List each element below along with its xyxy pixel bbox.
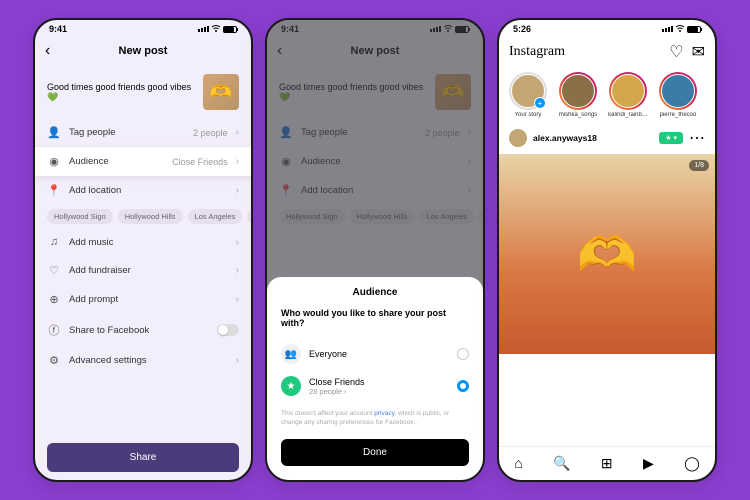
page-title: New post xyxy=(35,45,251,57)
sheet-note: This doesn't affect your account privacy… xyxy=(281,410,469,427)
image-counter: 1/8 xyxy=(689,160,709,171)
chevron-right-icon: › xyxy=(236,127,239,138)
caption-text[interactable]: Good times good friends good vibes 💚 xyxy=(47,82,195,103)
post-avatar[interactable] xyxy=(509,129,527,147)
music-row[interactable]: ♫ Add music › xyxy=(35,228,251,256)
gear-icon: ⚙ xyxy=(47,354,61,367)
privacy-link[interactable]: privacy xyxy=(374,410,394,417)
advanced-row[interactable]: ⚙ Advanced settings › xyxy=(35,346,251,375)
messenger-icon[interactable]: ✉ xyxy=(692,42,705,62)
phone-audience-sheet: 9:41 ‹ New post Good times good friends … xyxy=(265,18,485,482)
story-your-story[interactable]: + Your story xyxy=(507,72,549,118)
caption-row[interactable]: Good times good friends good vibes 💚 🫶 xyxy=(35,66,251,118)
location-chips: Hollywood Sign Hollywood Hills Los Angel… xyxy=(35,205,251,228)
tab-bar: ⌂ 🔍 ⊞ ▶ ◯ xyxy=(499,446,715,480)
battery-icon xyxy=(687,26,701,33)
sheet-title: Audience xyxy=(281,287,469,298)
chevron-right-icon: › xyxy=(236,156,239,167)
chevron-right-icon: › xyxy=(236,185,239,196)
close-friends-badge[interactable]: ★ ▾ xyxy=(659,132,683,144)
post-username[interactable]: alex.anyways18 xyxy=(533,133,653,143)
chevron-right-icon[interactable]: › xyxy=(344,387,347,396)
option-everyone[interactable]: 👥 Everyone xyxy=(281,338,469,370)
audience-row[interactable]: ◉ Audience Close Friends › xyxy=(35,147,251,176)
option-close-friends[interactable]: ★ Close Friends 28 people › xyxy=(281,370,469,402)
audience-sheet: Audience Who would you like to share you… xyxy=(267,277,483,480)
post-image[interactable]: 1/8 🫶 xyxy=(499,154,715,354)
status-bar: 9:41 xyxy=(35,20,251,36)
phone-feed: 5:26 Instagram ♡ ✉ + Your story mishka_s… xyxy=(497,18,717,482)
feed-header: Instagram ♡ ✉ xyxy=(499,36,715,68)
location-chip[interactable]: Hollywood Hills xyxy=(118,209,183,224)
wifi-icon xyxy=(675,25,685,33)
fundraiser-row[interactable]: ♡ Add fundraiser › xyxy=(35,256,251,285)
music-icon: ♫ xyxy=(47,236,61,248)
header: ‹ New post xyxy=(35,36,251,66)
facebook-icon: ⓕ xyxy=(47,322,61,338)
eye-icon: ◉ xyxy=(47,155,61,168)
pin-icon: 📍 xyxy=(47,184,61,197)
chevron-right-icon: › xyxy=(236,355,239,366)
plus-icon: + xyxy=(534,97,546,109)
location-row[interactable]: 📍 Add location › xyxy=(35,176,251,205)
people-icon: 👥 xyxy=(281,344,301,364)
signal-icon xyxy=(198,26,209,32)
phone-new-post: 9:41 ‹ New post Good times good friends … xyxy=(33,18,253,482)
wifi-icon xyxy=(211,25,221,33)
profile-tab-icon[interactable]: ◯ xyxy=(684,455,700,472)
radio-unselected[interactable] xyxy=(457,348,469,360)
share-button[interactable]: Share xyxy=(47,443,239,472)
stories-row[interactable]: + Your story mishka_songs kalindi_rainb…… xyxy=(499,68,715,122)
heart-icon: ♡ xyxy=(47,264,61,277)
chevron-right-icon: › xyxy=(236,265,239,276)
location-chip[interactable]: Hollywood Sign xyxy=(47,209,113,224)
status-icons xyxy=(198,25,237,33)
reels-tab-icon[interactable]: ▶ xyxy=(643,455,654,472)
post-header: alex.anyways18 ★ ▾ ⋯ xyxy=(499,122,715,154)
search-tab-icon[interactable]: 🔍 xyxy=(553,455,570,472)
story-item[interactable]: mishka_songs xyxy=(557,72,599,118)
status-time: 9:41 xyxy=(49,24,67,34)
location-chip[interactable]: Los Angeles xyxy=(188,209,243,224)
done-button[interactable]: Done xyxy=(281,439,469,466)
post-thumbnail[interactable]: 🫶 xyxy=(203,74,239,110)
plus-circle-icon: ⊕ xyxy=(47,293,61,306)
more-icon[interactable]: ⋯ xyxy=(689,128,705,148)
battery-icon xyxy=(223,26,237,33)
facebook-toggle[interactable] xyxy=(217,324,239,336)
prompt-row[interactable]: ⊕ Add prompt › xyxy=(35,285,251,314)
radio-selected[interactable] xyxy=(457,380,469,392)
home-tab-icon[interactable]: ⌂ xyxy=(514,455,522,472)
status-time: 5:26 xyxy=(513,24,531,34)
sheet-question: Who would you like to share your post wi… xyxy=(281,308,469,328)
story-item[interactable]: pierre_thecoo xyxy=(657,72,699,118)
signal-icon xyxy=(662,26,673,32)
share-facebook-row[interactable]: ⓕ Share to Facebook xyxy=(35,314,251,346)
story-item[interactable]: kalindi_rainb… xyxy=(607,72,649,118)
chevron-right-icon: › xyxy=(236,237,239,248)
status-bar: 5:26 xyxy=(499,20,715,36)
create-tab-icon[interactable]: ⊞ xyxy=(601,455,613,472)
tag-people-row[interactable]: 👤 Tag people 2 people › xyxy=(35,118,251,147)
location-chip[interactable]: R xyxy=(247,209,251,224)
heart-icon[interactable]: ♡ xyxy=(669,42,683,62)
chevron-right-icon: › xyxy=(236,294,239,305)
star-icon: ★ xyxy=(281,376,301,396)
person-icon: 👤 xyxy=(47,126,61,139)
instagram-logo[interactable]: Instagram xyxy=(509,44,661,60)
